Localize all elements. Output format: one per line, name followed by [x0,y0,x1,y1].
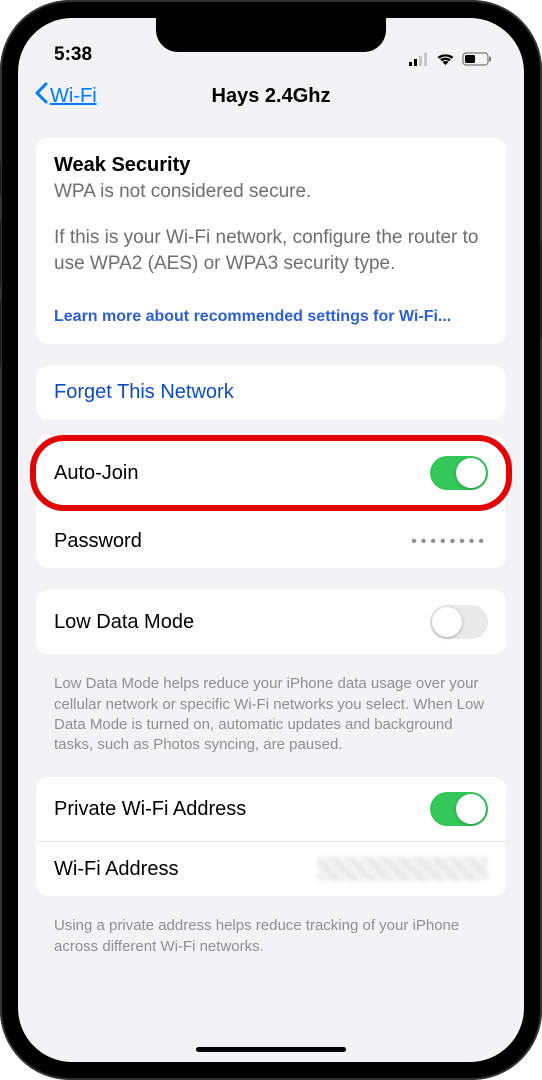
cellular-icon [409,53,429,66]
low-data-card: Low Data Mode [36,590,506,654]
page-title: Hays 2.4Ghz [212,85,331,108]
forget-network-label: Forget This Network [54,381,234,404]
auto-join-row[interactable]: Auto-Join [36,441,506,505]
wifi-icon [436,52,455,66]
content-area: Weak Security WPA is not considered secu… [18,122,524,1062]
weak-security-body: If this is your Wi-Fi network, configure… [54,225,488,276]
auto-join-highlight: Auto-Join [30,435,512,511]
wifi-address-row[interactable]: Wi-Fi Address [36,842,506,896]
volume-down-button [0,300,1,368]
back-label: Wi-Fi [50,85,97,108]
nav-bar: Wi-Fi Hays 2.4Ghz [18,70,524,122]
private-address-toggle[interactable] [430,792,488,826]
status-time: 5:38 [54,44,92,66]
weak-security-link[interactable]: Learn more about recommended settings fo… [54,298,488,340]
weak-security-subtitle: WPA is not considered secure. [54,181,488,203]
low-data-label: Low Data Mode [54,611,194,634]
low-data-row[interactable]: Low Data Mode [36,590,506,654]
home-indicator[interactable] [196,1047,346,1052]
password-label: Password [54,530,142,553]
low-data-toggle[interactable] [430,605,488,639]
private-footer: Using a private address helps reduce tra… [36,906,506,957]
low-data-footer: Low Data Mode helps reduce your iPhone d… [36,664,506,755]
chevron-left-icon [34,82,48,110]
weak-security-title: Weak Security [54,154,488,177]
silent-switch [0,160,1,196]
phone-frame: 5:38 Wi-Fi Hays 2.4Ghz [0,0,542,1080]
forget-network-card: Forget This Network [36,366,506,419]
back-button[interactable]: Wi-Fi [34,82,97,110]
battery-icon [462,52,492,66]
notch [156,18,386,52]
auto-join-label: Auto-Join [54,462,139,485]
private-address-label: Private Wi-Fi Address [54,798,246,821]
screen: 5:38 Wi-Fi Hays 2.4Ghz [18,18,524,1062]
password-value: •••••••• [411,533,488,551]
wifi-address-value [318,857,488,881]
auto-join-toggle[interactable] [430,456,488,490]
weak-security-card: Weak Security WPA is not considered secu… [36,138,506,344]
password-row[interactable]: Password •••••••• [36,515,506,568]
address-card: Private Wi-Fi Address Wi-Fi Address [36,777,506,896]
private-address-row[interactable]: Private Wi-Fi Address [36,777,506,842]
wifi-address-label: Wi-Fi Address [54,858,178,881]
volume-up-button [0,220,1,288]
forget-network-button[interactable]: Forget This Network [36,366,506,419]
join-card: Auto-Join Password •••••••• [36,435,506,568]
